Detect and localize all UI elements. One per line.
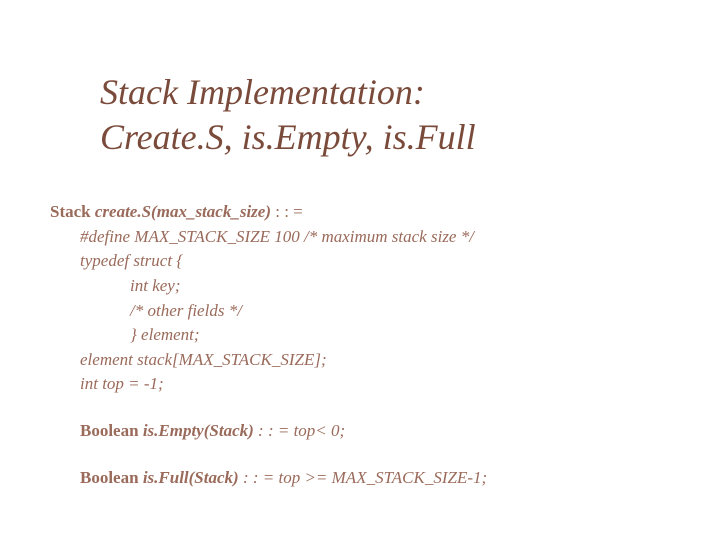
- code-line: Boolean is.Empty(Stack) : : = top< 0;: [50, 419, 670, 444]
- text: is.Full(Stack): [143, 468, 239, 487]
- title-line-2: Create.S, is.Empty, is.Full: [100, 117, 476, 157]
- text: Boolean: [80, 468, 143, 487]
- code-line: /* other fields */: [50, 299, 670, 324]
- slide-title: Stack Implementation: Create.S, is.Empty…: [100, 70, 670, 160]
- text: is.Empty(Stack): [143, 421, 254, 440]
- code-line: element stack[MAX_STACK_SIZE];: [50, 348, 670, 373]
- text: : : = top >= MAX_STACK_SIZE-1;: [239, 468, 487, 487]
- text: : : =: [271, 202, 303, 221]
- code-line: typedef struct {: [50, 249, 670, 274]
- code-line: int key;: [50, 274, 670, 299]
- title-line-1: Stack Implementation:: [100, 72, 425, 112]
- blank-line: [50, 397, 670, 419]
- code-body: Stack create.S(max_stack_size) : : = #de…: [50, 200, 670, 490]
- text: Boolean: [80, 421, 143, 440]
- blank-line: [50, 444, 670, 466]
- slide: Stack Implementation: Create.S, is.Empty…: [0, 0, 720, 520]
- text: Stack: [50, 202, 95, 221]
- code-line: Boolean is.Full(Stack) : : = top >= MAX_…: [50, 466, 670, 491]
- code-line: } element;: [50, 323, 670, 348]
- code-line: #define MAX_STACK_SIZE 100 /* maximum st…: [50, 225, 670, 250]
- text: : : = top< 0;: [254, 421, 345, 440]
- code-line: Stack create.S(max_stack_size) : : =: [50, 200, 670, 225]
- code-line: int top = -1;: [50, 372, 670, 397]
- text: create.S(max_stack_size): [95, 202, 271, 221]
